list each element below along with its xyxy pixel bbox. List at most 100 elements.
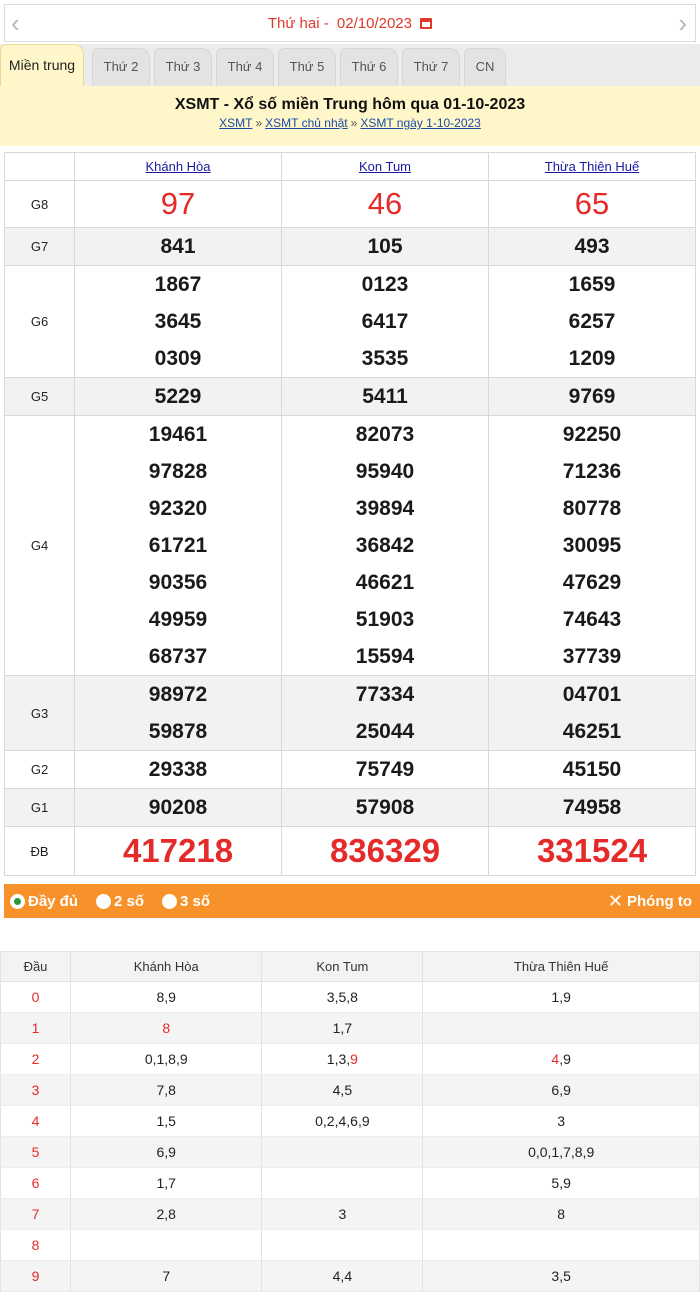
prize-label: ĐB [4,826,75,876]
prize-cell: 9769 [488,377,696,416]
prize-cell: 1659 6257 1209 [488,265,696,378]
loto-row: 0 8,9 3,5,8 1,9 [0,981,700,1013]
prize-number: 9769 [568,385,616,408]
date-navigation-bar: ‹ Thứ hai - 02/10/2023 › [4,4,696,42]
prize-number: 71236 [562,460,622,483]
tab-thu-4[interactable]: Thứ 4 [216,48,274,86]
loto-row: 4 1,5 0,2,4,6,9 3 [0,1105,700,1137]
zoom-button[interactable]: ✕ Phóng to [608,892,692,910]
loto-cell: 3,5 [422,1260,700,1292]
loto-cell: 1,7 [69,1167,263,1199]
prize-number: 75749 [355,758,415,781]
prize-number: 39894 [355,497,415,520]
loto-cell: 7 [69,1260,263,1292]
prize-cell: 0123 6417 3535 [281,265,489,378]
tab-thu-6[interactable]: Thứ 6 [340,48,398,86]
tab-thu-2[interactable]: Thứ 2 [92,48,150,86]
loto-head-digit: 6 [0,1167,71,1199]
prize-number: 46251 [562,720,622,743]
loto-digits: 1,5 [156,1113,176,1129]
tab-thu-5[interactable]: Thứ 5 [278,48,336,86]
loto-digits: 5,9 [551,1175,571,1191]
option-two-digits[interactable]: 2 số [96,893,144,910]
prize-number: 90208 [148,796,208,819]
next-date-button[interactable]: › [678,9,687,37]
calendar-icon[interactable] [420,18,433,29]
prize-cell: 46 [281,180,489,228]
loto-cell: 4,5 [261,1074,424,1106]
option-two-label: 2 số [114,893,145,910]
radio-selected-icon[interactable] [10,894,25,909]
prize-number: 97828 [148,460,208,483]
loto-row: 7 2,8 3 8 [0,1198,700,1230]
prize-row: G3 98972 59878 77334 25044 04701 46251 [4,675,696,751]
radio-icon[interactable] [96,894,111,909]
prize-cell: 74958 [488,788,696,827]
prize-cell: 493 [488,227,696,266]
breadcrumb-link-xsmt-chu-nhat[interactable]: XSMT chủ nhật [265,116,348,130]
prize-number: 3535 [361,347,409,370]
loto-digits: 7,8 [156,1082,176,1098]
prize-number: 1209 [568,347,616,370]
option-three-digits[interactable]: 3 số [162,893,210,910]
loto-cell [261,1136,424,1168]
loto-cell: 8 [422,1198,700,1230]
loto-digits: 8 [557,1206,566,1222]
breadcrumb-link-xsmt-ngay[interactable]: XSMT ngày 1-10-2023 [360,116,481,130]
prize-number: 1659 [568,273,616,296]
province-link-thua-thien-hue[interactable]: Thừa Thiên Huế [545,159,639,174]
page-title: XSMT - Xổ số miền Trung hôm qua 01-10-20… [174,96,526,113]
prize-row: ĐB 417218 836329 331524 [4,826,696,876]
prize-number: 836329 [329,832,441,869]
loto-cell: 1,7 [261,1012,424,1044]
loto-digits: 6,9 [156,1144,176,1160]
loto-digits: 1,7 [332,1020,353,1036]
prize-number: 95940 [355,460,415,483]
loto-row: 1 8 1,7 [0,1012,700,1044]
date-selector[interactable]: Thứ hai - 02/10/2023 [5,15,695,32]
prize-number: 19461 [148,423,208,446]
prize-number: 331524 [536,832,648,869]
loto-cell: 6,9 [422,1074,700,1106]
prize-cell: 836329 [281,826,489,876]
prize-cell: 1867 3645 0309 [74,265,282,378]
loto-row: 8 [0,1229,700,1261]
loto-cell: 4,9 [422,1043,700,1075]
prize-cell: 97 [74,180,282,228]
loto-cell: 5,9 [422,1167,700,1199]
breadcrumb-link-xsmt[interactable]: XSMT [219,116,252,130]
prize-number: 3645 [154,310,202,333]
prize-cell: 77334 25044 [281,675,489,751]
radio-icon[interactable] [162,894,177,909]
loto-digits: 0,2,4,6,9 [315,1113,370,1129]
province-header: Khánh Hòa [74,152,282,181]
prize-label-header [4,152,75,181]
tab-mien-trung[interactable]: Miền trung [0,44,84,86]
prize-number: 65 [574,186,610,221]
prize-cell: 841 [74,227,282,266]
prize-number: 493 [574,235,610,258]
prize-number: 30095 [562,534,622,557]
day-tabs: Miền trung Thứ 2 Thứ 3 Thứ 4 Thứ 5 Thứ 6… [0,44,700,86]
province-link-kon-tum[interactable]: Kon Tum [359,159,411,174]
prize-number: 57908 [355,796,415,819]
province-link-khanh-hoa[interactable]: Khánh Hòa [145,159,210,174]
tab-thu-3[interactable]: Thứ 3 [154,48,212,86]
tab-thu-7[interactable]: Thứ 7 [402,48,460,86]
loto-digits: 1,3, [326,1051,351,1067]
prize-number: 46621 [355,571,415,594]
prize-row: G8 97 46 65 [4,180,696,228]
prize-cell: 04701 46251 [488,675,696,751]
prize-number: 0123 [361,273,409,296]
loto-row: 3 7,8 4,5 6,9 [0,1074,700,1106]
prize-cell: 75749 [281,750,489,789]
tab-cn[interactable]: CN [464,48,506,86]
prize-cell: 5229 [74,377,282,416]
loto-province-header: Khánh Hòa [69,951,263,982]
prize-label: G2 [4,750,75,789]
loto-head-digit: 7 [0,1198,71,1230]
loto-cell: 2,8 [69,1198,263,1230]
option-full[interactable]: Đầy đủ [10,893,78,910]
loto-digits: 8 [162,1020,171,1036]
prize-cell: 82073 95940 39894 36842 46621 51903 15594 [281,415,489,676]
